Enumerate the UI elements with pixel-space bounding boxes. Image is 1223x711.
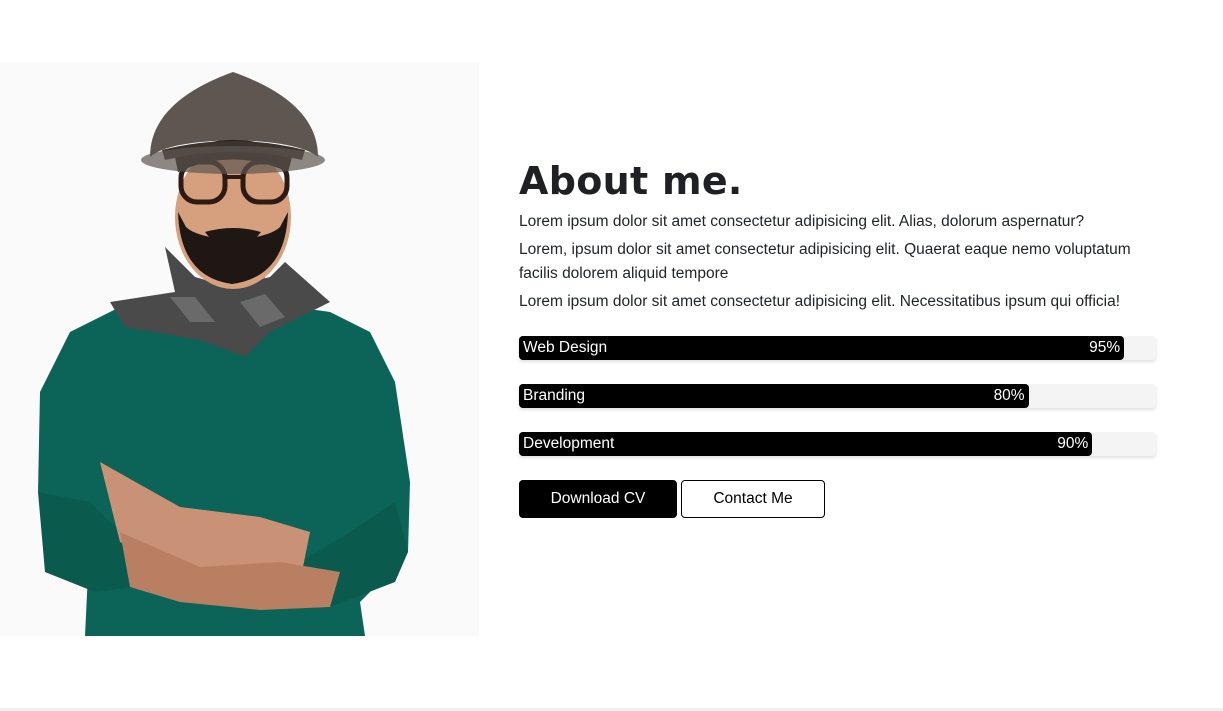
about-paragraph: Lorem ipsum dolor sit amet consectetur a… (519, 293, 1121, 310)
skill-label: Development (523, 435, 615, 452)
skill-percent: 95% (1089, 339, 1121, 356)
profile-photo (0, 62, 479, 636)
skill-bar-development: Development 90% (519, 432, 1156, 456)
skill-bar-branding: Branding 80% (519, 384, 1156, 408)
contact-me-button[interactable]: Contact Me (681, 480, 825, 518)
skill-bar-web-design: Web Design 95% (519, 336, 1156, 360)
skill-percent: 80% (993, 387, 1025, 404)
about-section: About me. Lorem ipsum dolor sit amet con… (519, 158, 1159, 518)
skill-label: Branding (523, 387, 586, 404)
download-cv-button[interactable]: Download CV (519, 480, 677, 518)
page-title: About me. (519, 159, 743, 203)
skill-label: Web Design (523, 339, 608, 356)
skill-percent: 90% (1057, 435, 1089, 452)
about-paragraph: Lorem, ipsum dolor sit amet consectetur … (519, 241, 1131, 282)
button-group: Download CV Contact Me (519, 480, 1159, 518)
skill-bar-fill (519, 384, 1029, 408)
skills-list: Web Design 95% Branding 80% Development … (519, 336, 1156, 456)
skill-bar-fill (519, 336, 1125, 360)
about-paragraph: Lorem ipsum dolor sit amet consectetur a… (519, 213, 1085, 230)
